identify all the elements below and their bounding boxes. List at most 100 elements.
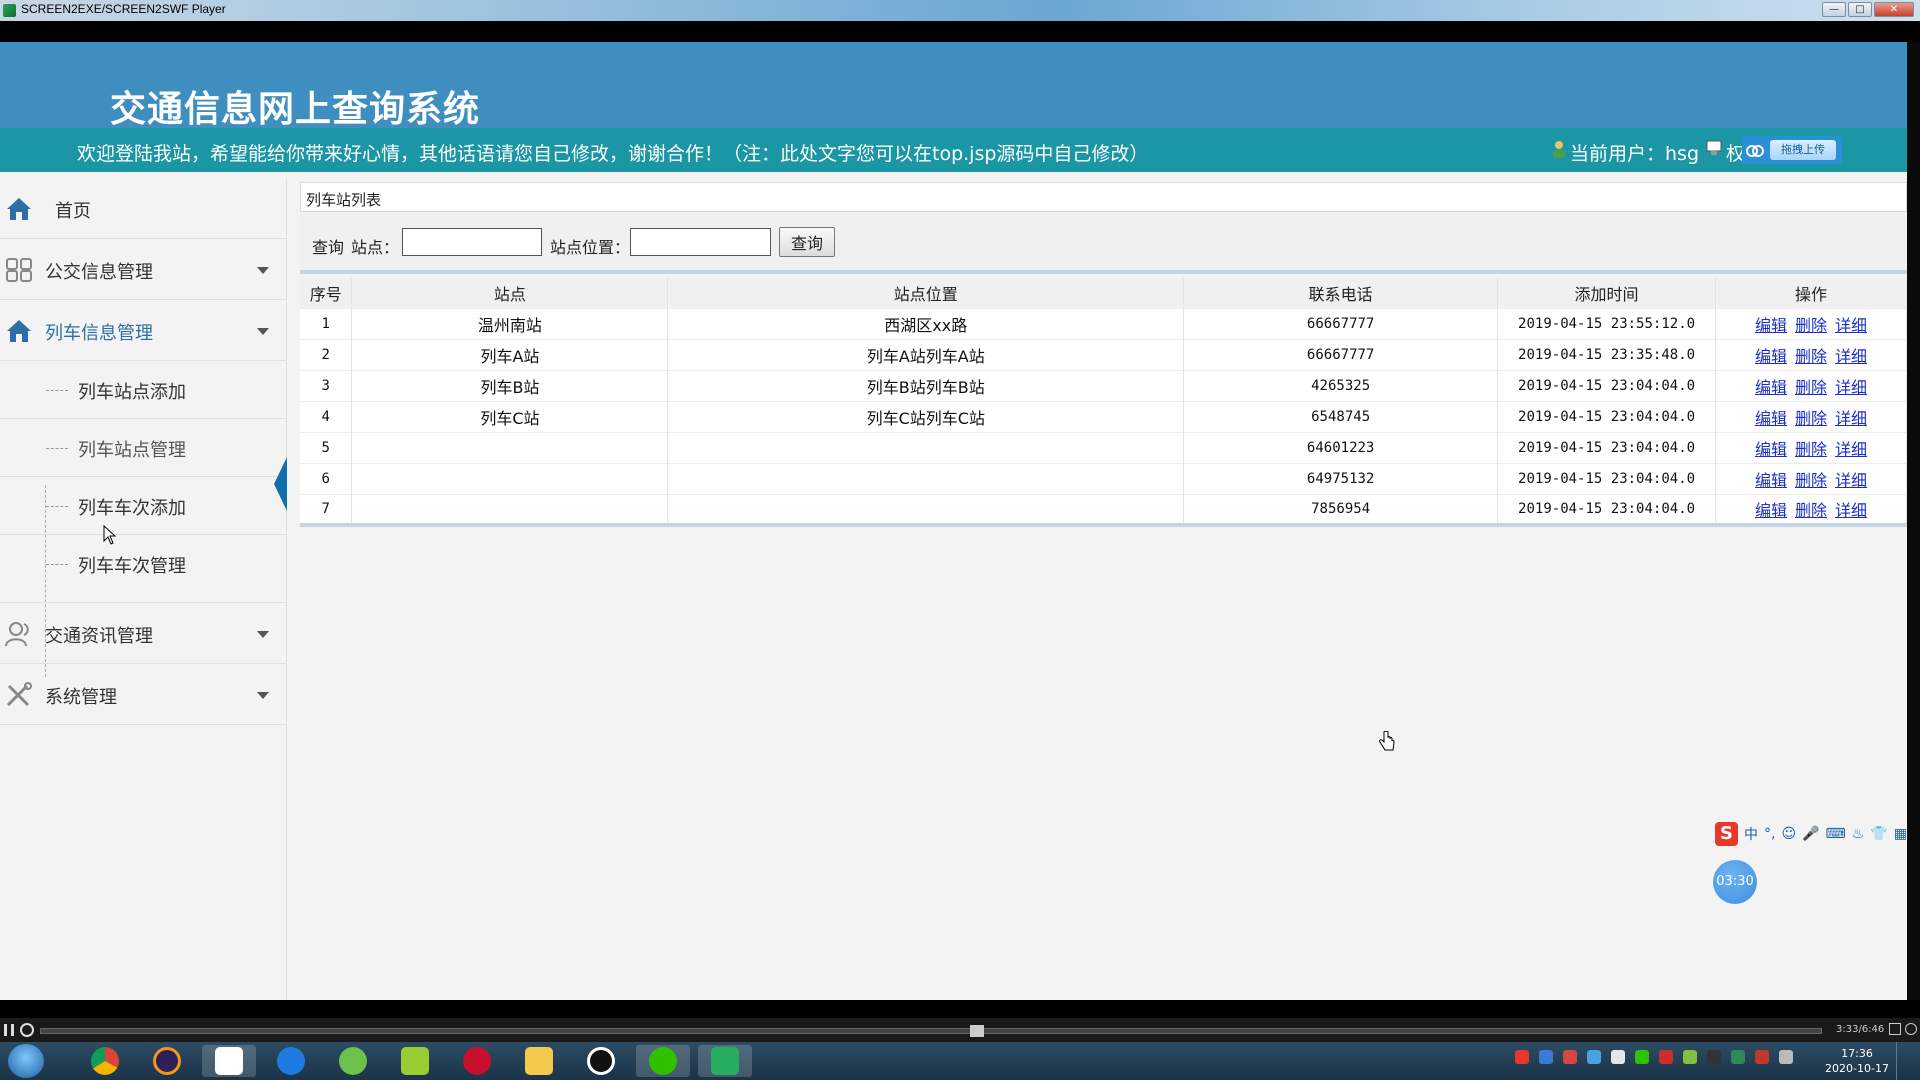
- taskbar-chrome[interactable]: [78, 1045, 132, 1077]
- cloud-icon: [1746, 145, 1764, 157]
- tray-icon[interactable]: [1563, 1050, 1577, 1064]
- recording-timer[interactable]: 03:30: [1713, 860, 1757, 904]
- maximize-button[interactable]: □: [1848, 2, 1872, 17]
- seek-thumb[interactable]: [970, 1025, 984, 1037]
- detail-link[interactable]: 详细: [1835, 501, 1867, 520]
- seek-track[interactable]: [40, 1028, 1822, 1034]
- column-header: 联系电话: [1183, 278, 1499, 308]
- ime-emoji-icon[interactable]: ☺: [1782, 826, 1797, 842]
- taskbar-qq[interactable]: [574, 1045, 628, 1077]
- current-user-label: 当前用户：hsg: [1570, 143, 1700, 165]
- sogou-tray-icon[interactable]: [1515, 1050, 1529, 1064]
- ime-toolbox-icon[interactable]: ▦: [1894, 826, 1907, 842]
- ime-chinese-mode[interactable]: 中: [1744, 824, 1758, 844]
- delete-link[interactable]: 删除: [1795, 378, 1827, 397]
- close-button[interactable]: ✕: [1874, 2, 1914, 17]
- sidebar-item-train[interactable]: 列车信息管理: [0, 301, 287, 361]
- location-input[interactable]: [630, 228, 771, 256]
- taskbar-screen-player[interactable]: [698, 1045, 752, 1077]
- edit-link[interactable]: 编辑: [1755, 347, 1787, 366]
- delete-link[interactable]: 删除: [1795, 347, 1827, 366]
- ime-skin-icon[interactable]: ♨: [1852, 826, 1865, 842]
- shield-icon[interactable]: [1587, 1050, 1601, 1064]
- submenu-item-label: 列车站点添加: [78, 382, 186, 403]
- location-cell: 列车B站列车B站: [667, 369, 1185, 401]
- upload-widget[interactable]: 拖拽上传: [1742, 136, 1842, 164]
- row-number: 4: [300, 400, 353, 432]
- delete-link[interactable]: 删除: [1795, 316, 1827, 335]
- info-bar: 欢迎登陆我站，希望能给你带来好心情，其他话语请您自己修改，谢谢合作！（注：此处文…: [0, 128, 1907, 172]
- edit-link[interactable]: 编辑: [1755, 409, 1787, 428]
- edit-link[interactable]: 编辑: [1755, 378, 1787, 397]
- fullscreen-button[interactable]: [1889, 1023, 1901, 1035]
- detail-link[interactable]: 详细: [1835, 347, 1867, 366]
- detail-link[interactable]: 详细: [1835, 378, 1867, 397]
- monitor-icon[interactable]: [1779, 1050, 1793, 1064]
- sidebar-item-home[interactable]: 首页: [0, 179, 287, 239]
- taskbar-browser[interactable]: [264, 1045, 318, 1077]
- start-button[interactable]: [8, 1044, 44, 1078]
- ime-shirt-icon[interactable]: 👕: [1870, 826, 1887, 842]
- edit-link[interactable]: 编辑: [1755, 471, 1787, 490]
- submenu-item-manage-station[interactable]: 列车站点管理: [0, 419, 287, 477]
- delete-link[interactable]: 删除: [1795, 471, 1827, 490]
- network-icon[interactable]: [1683, 1050, 1697, 1064]
- volume-icon[interactable]: [1755, 1050, 1769, 1064]
- panel-title: 列车站列表: [306, 191, 382, 209]
- delete-link[interactable]: 删除: [1795, 440, 1827, 459]
- tray-icon[interactable]: [1539, 1050, 1553, 1064]
- phone-cell: 4265325: [1183, 369, 1499, 401]
- delete-link[interactable]: 删除: [1795, 409, 1827, 428]
- detail-link[interactable]: 详细: [1835, 440, 1867, 459]
- drag-upload-button[interactable]: 拖拽上传: [1770, 140, 1836, 160]
- submenu-item-add-train[interactable]: 列车车次添加: [0, 477, 287, 535]
- taskbar-wechat[interactable]: [636, 1045, 690, 1077]
- submenu-item-add-station[interactable]: 列车站点添加: [0, 361, 287, 419]
- detail-link[interactable]: 详细: [1835, 409, 1867, 428]
- detail-link[interactable]: 详细: [1835, 316, 1867, 335]
- submenu-item-label: 列车车次添加: [78, 498, 186, 519]
- location-label: 站点位置：: [550, 238, 631, 257]
- qq-icon: [587, 1047, 615, 1075]
- taskbar-eclipse[interactable]: [140, 1045, 194, 1077]
- taskbar-360[interactable]: [326, 1045, 380, 1077]
- submenu-item-manage-train[interactable]: 列车车次管理: [0, 535, 287, 603]
- location-cell: [667, 462, 1185, 494]
- folder-icon: [525, 1047, 553, 1075]
- ime-voice-icon[interactable]: 🎤: [1802, 826, 1819, 842]
- phone-cell: 66667777: [1183, 338, 1499, 370]
- sidebar-item-system[interactable]: 系统管理: [0, 665, 287, 725]
- arrow-tray-icon[interactable]: [1659, 1050, 1673, 1064]
- info-button[interactable]: [1905, 1023, 1917, 1035]
- delete-link[interactable]: 删除: [1795, 501, 1827, 520]
- sogou-logo-icon[interactable]: S: [1715, 822, 1739, 846]
- show-desktop-button[interactable]: [1896, 1042, 1920, 1080]
- taskbar-notepad[interactable]: [388, 1045, 442, 1077]
- table-row: 3 列车B站 列车B站列车B站 4265325 2019-04-15 23:04:04.…: [300, 369, 1907, 401]
- system-clock[interactable]: 17:36 2020-10-17: [1822, 1046, 1892, 1076]
- loop-button[interactable]: [20, 1023, 34, 1037]
- edit-link[interactable]: 编辑: [1755, 501, 1787, 520]
- taskbar-flash[interactable]: [450, 1045, 504, 1077]
- actions-cell: 编辑 删除 详细: [1715, 462, 1907, 494]
- pause-button[interactable]: [4, 1024, 14, 1036]
- ime-punctuation[interactable]: °,: [1764, 826, 1775, 842]
- ime-toolbar[interactable]: S 中 °, ☺ 🎤 ⌨ ♨ 👕 ▦: [1713, 820, 1907, 848]
- sidebar-item-news[interactable]: 交通资讯管理: [0, 604, 287, 664]
- detail-link[interactable]: 详细: [1835, 471, 1867, 490]
- edit-link[interactable]: 编辑: [1755, 440, 1787, 459]
- tray-icon[interactable]: [1611, 1050, 1625, 1064]
- station-input[interactable]: [402, 228, 542, 256]
- search-button[interactable]: 查询: [779, 227, 835, 257]
- battery-icon[interactable]: [1731, 1050, 1745, 1064]
- ime-keyboard-icon[interactable]: ⌨: [1826, 826, 1846, 842]
- edit-link[interactable]: 编辑: [1755, 316, 1787, 335]
- taskbar-explorer[interactable]: [512, 1045, 566, 1077]
- minimize-button[interactable]: —: [1822, 2, 1846, 17]
- wechat-tray-icon[interactable]: [1635, 1050, 1649, 1064]
- mouse-pointer-icon: [103, 525, 117, 545]
- qq-tray-icon[interactable]: [1707, 1050, 1721, 1064]
- sidebar-item-bus[interactable]: 公交信息管理: [0, 240, 287, 300]
- chevron-down-icon: [257, 692, 269, 699]
- taskbar-baidu-netdisk[interactable]: [202, 1045, 256, 1077]
